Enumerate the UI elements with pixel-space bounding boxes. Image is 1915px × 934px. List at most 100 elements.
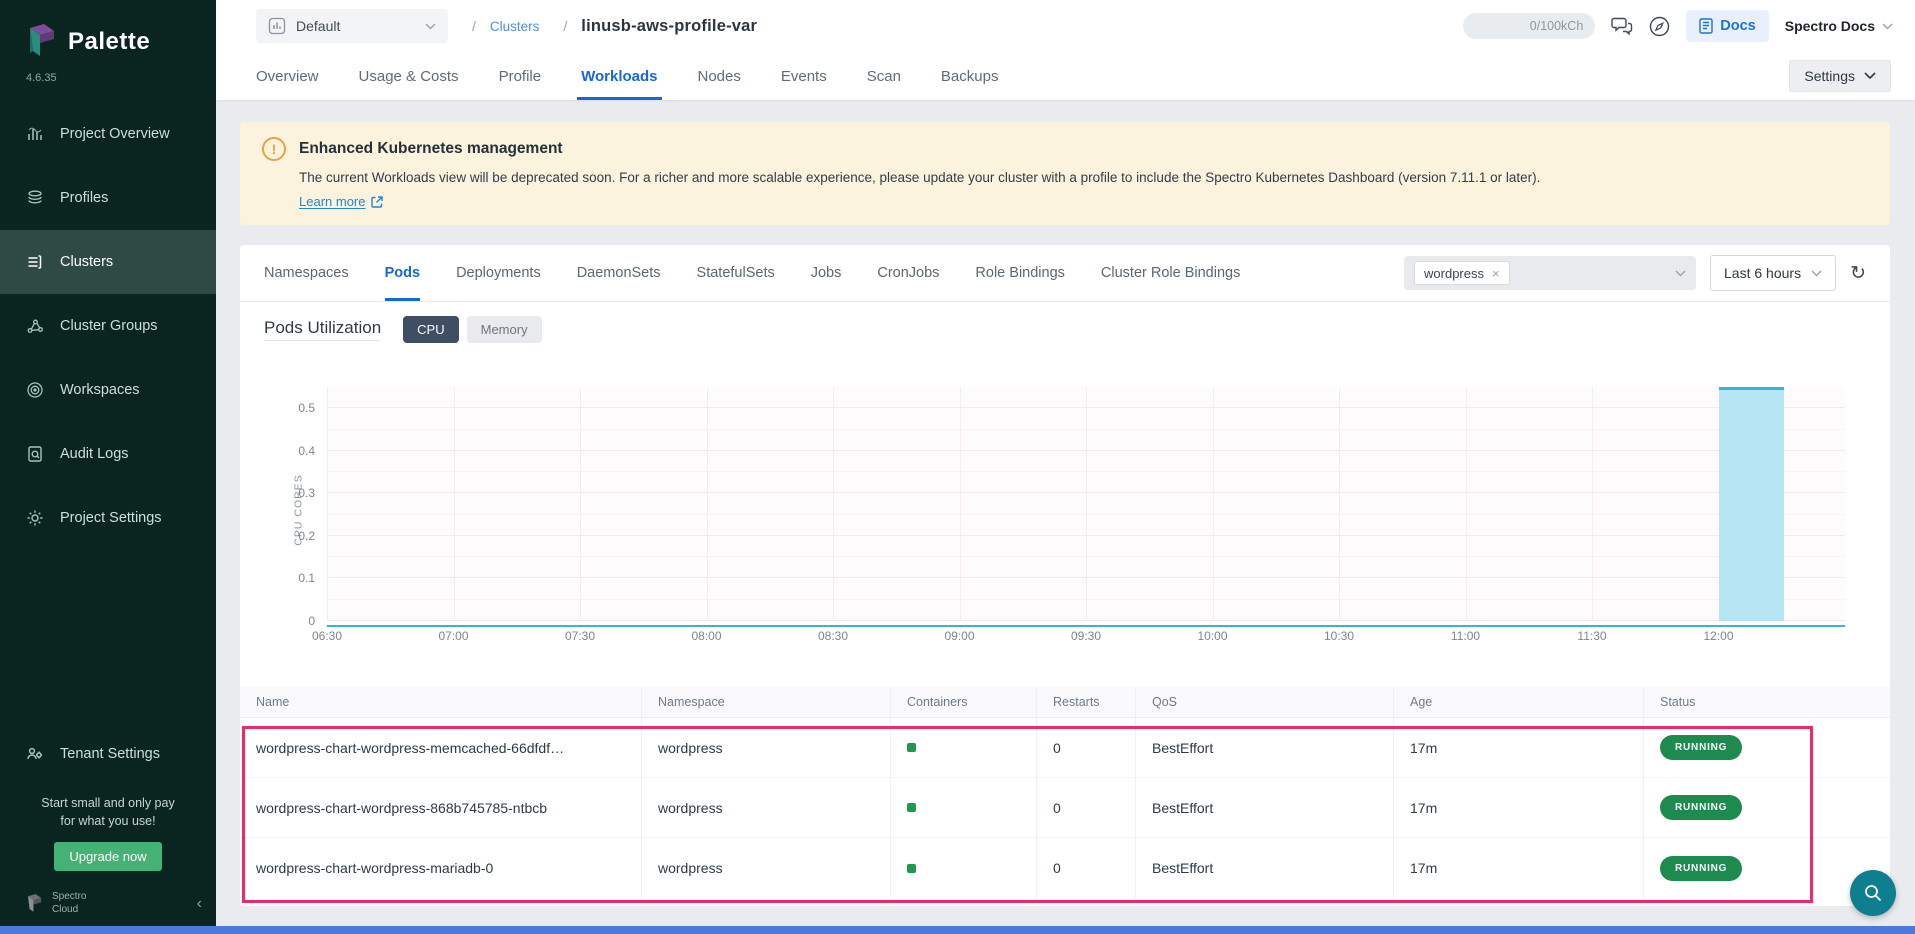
status-badge: RUNNING [1660, 735, 1742, 760]
app-version: 4.6.35 [0, 66, 216, 102]
upgrade-promo-text: Start small and only pay for what you us… [0, 786, 216, 842]
learn-more-link[interactable]: Learn more [299, 194, 383, 209]
tab-backups[interactable]: Backups [941, 52, 999, 100]
cluster-tab-bar: Overview Usage & Costs Profile Workloads Nod… [216, 52, 1915, 100]
settings-button[interactable]: Settings [1789, 60, 1891, 92]
pod-namespace: wordpress [641, 778, 890, 837]
app-window: Palette 4.6.35 Project Overview Profiles C… [0, 0, 1915, 934]
column-header-qos: QoS [1135, 687, 1393, 717]
pod-restarts: 0 [1036, 838, 1135, 898]
subtab-cronjobs[interactable]: CronJobs [877, 245, 939, 301]
subtab-role-bindings[interactable]: Role Bindings [975, 245, 1064, 301]
status-badge: RUNNING [1660, 856, 1742, 881]
docs-button[interactable]: Docs [1686, 10, 1768, 42]
y-tick-label: 0.3 [298, 486, 315, 500]
chevron-down-icon [1864, 72, 1876, 80]
sidebar-item-clusters[interactable]: Clusters [0, 230, 216, 294]
table-row[interactable]: wordpress-chart-wordpress-868b745785-ntb… [240, 778, 1890, 838]
sidebar-item-tenant-settings[interactable]: Tenant Settings [0, 722, 216, 786]
project-selector[interactable]: Default [256, 9, 448, 43]
cluster-groups-icon [25, 316, 45, 336]
sidebar-item-workspaces[interactable]: Workspaces [0, 358, 216, 422]
tab-workloads[interactable]: Workloads [581, 52, 657, 100]
subtab-jobs[interactable]: Jobs [811, 245, 842, 301]
column-header-age: Age [1393, 687, 1643, 717]
x-tick-label: 07:00 [438, 629, 468, 643]
compass-icon[interactable] [1649, 16, 1670, 37]
gridline-vertical [580, 387, 581, 621]
gridline-vertical [1592, 387, 1593, 621]
content-area: ! Enhanced Kubernetes management The cur… [216, 100, 1915, 934]
brand-footer: Spectro Cloud ‹ [0, 871, 216, 926]
sidebar: Palette 4.6.35 Project Overview Profiles C… [0, 0, 216, 934]
sidebar-item-audit-logs[interactable]: Audit Logs [0, 422, 216, 486]
x-tick-label: 08:30 [818, 629, 848, 643]
sidebar-item-label: Workspaces [60, 382, 140, 398]
sidebar-bottom: Tenant Settings Start small and only pay… [0, 722, 216, 934]
y-tick-label: 0.5 [298, 401, 315, 415]
tenant-settings-icon [25, 744, 45, 764]
sidebar-item-label: Project Overview [60, 126, 170, 142]
upgrade-now-button[interactable]: Upgrade now [54, 842, 161, 871]
tab-overview[interactable]: Overview [256, 52, 319, 100]
usage-quota-pill: 0/100kCh [1463, 13, 1595, 39]
container-status-square [907, 743, 916, 752]
palette-logo-icon [24, 22, 58, 62]
refresh-icon[interactable]: ↻ [1850, 264, 1866, 283]
sidebar-item-profiles[interactable]: Profiles [0, 166, 216, 230]
pod-status: RUNNING [1643, 718, 1890, 777]
clusters-icon [25, 252, 45, 272]
pod-namespace: wordpress [641, 838, 890, 898]
tab-usage-costs[interactable]: Usage & Costs [359, 52, 459, 100]
gridline-vertical [1466, 387, 1467, 621]
container-status-square [907, 803, 916, 812]
x-tick-label: 12:00 [1703, 629, 1733, 643]
pod-containers [890, 838, 1036, 898]
sidebar-item-project-overview[interactable]: Project Overview [0, 102, 216, 166]
x-tick-label: 11:00 [1451, 629, 1480, 643]
sidebar-collapse-icon[interactable]: ‹ [197, 895, 202, 913]
x-tick-label: 09:00 [944, 629, 974, 643]
subtab-namespaces[interactable]: Namespaces [264, 245, 349, 301]
breadcrumb-clusters-link[interactable]: Clusters [490, 19, 540, 34]
subtab-daemonsets[interactable]: DaemonSets [577, 245, 661, 301]
help-chat-button[interactable] [1850, 870, 1896, 916]
tenant-menu[interactable]: Spectro Docs [1785, 18, 1893, 34]
pod-restarts: 0 [1036, 778, 1135, 837]
sidebar-item-label: Profiles [60, 190, 108, 206]
chart-highlight-band [1719, 387, 1785, 621]
x-tick-label: 09:30 [1071, 629, 1101, 643]
gridline-vertical [1213, 387, 1214, 621]
subtab-pods[interactable]: Pods [385, 245, 420, 301]
y-tick-label: 0.2 [298, 529, 315, 543]
pod-qos: BestEffort [1135, 718, 1393, 777]
memory-toggle-button[interactable]: Memory [467, 316, 542, 343]
tab-events[interactable]: Events [781, 52, 827, 100]
sidebar-item-project-settings[interactable]: Project Settings [0, 486, 216, 550]
table-row[interactable]: wordpress-chart-wordpress-memcached-66df… [240, 718, 1890, 778]
tab-profile[interactable]: Profile [499, 52, 542, 100]
palette-logo: Palette [0, 0, 216, 66]
top-bar: Default / Clusters / linusb-aws-profile-… [216, 0, 1915, 52]
chart-series-line [327, 625, 1845, 628]
tab-nodes[interactable]: Nodes [698, 52, 741, 100]
subtab-statefulsets[interactable]: StatefulSets [697, 245, 775, 301]
chevron-down-icon [1811, 270, 1822, 277]
subtab-deployments[interactable]: Deployments [456, 245, 541, 301]
x-tick-label: 11:30 [1577, 629, 1606, 643]
tab-scan[interactable]: Scan [867, 52, 901, 100]
workload-subtab-row: Namespaces Pods Deployments DaemonSets State… [240, 245, 1890, 302]
pod-age: 17m [1393, 838, 1643, 898]
time-range-select[interactable]: Last 6 hours [1710, 255, 1836, 291]
subtab-cluster-role-bindings[interactable]: Cluster Role Bindings [1101, 245, 1240, 301]
table-row[interactable]: wordpress-chart-wordpress-mariadb-0wordp… [240, 838, 1890, 898]
namespace-filter-select[interactable]: wordpress × [1404, 256, 1696, 290]
sidebar-item-cluster-groups[interactable]: Cluster Groups [0, 294, 216, 358]
remove-filter-icon[interactable]: × [1492, 266, 1500, 281]
cpu-toggle-button[interactable]: CPU [403, 316, 458, 343]
audit-logs-icon [25, 444, 45, 464]
chart-plot-area: CPU CORES 00.10.20.30.40.506:3007:0007:3… [327, 387, 1845, 621]
breadcrumb-separator: / [563, 18, 567, 34]
status-badge: RUNNING [1660, 795, 1742, 820]
chat-icon[interactable] [1611, 16, 1633, 36]
